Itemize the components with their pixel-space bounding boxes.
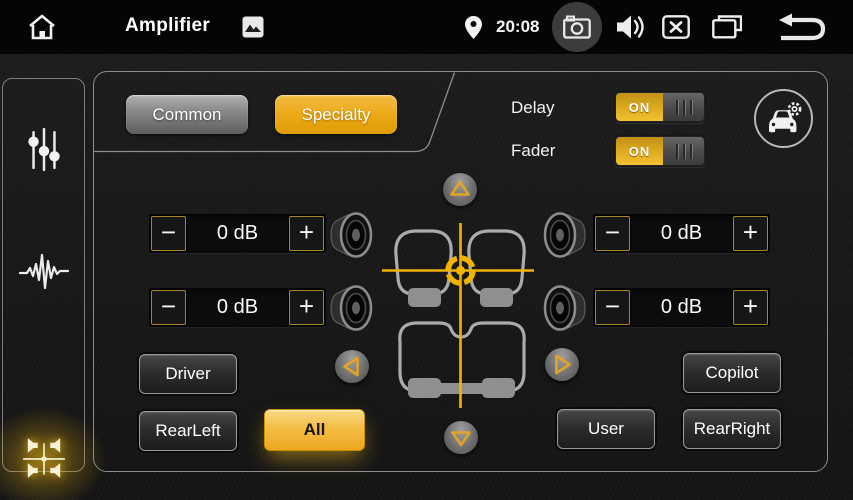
volume-value: 0 dB [632, 296, 731, 319]
close-app-icon[interactable] [662, 15, 690, 39]
sidebar-item-balance-fader[interactable] [3, 427, 84, 491]
plus-button[interactable]: + [733, 290, 768, 325]
speaker-icon-front-left [328, 209, 374, 261]
volume-row-front-left: − 0 dB + [149, 214, 326, 253]
fader-toggle[interactable]: ON [614, 135, 706, 167]
status-bar: Amplifier 20:08 [0, 0, 853, 55]
page-title: Amplifier [125, 15, 210, 37]
sidebar [2, 78, 85, 472]
minus-button[interactable]: − [595, 290, 630, 325]
minus-button[interactable]: − [595, 216, 630, 251]
volume-value: 0 dB [188, 296, 287, 319]
move-up-button[interactable] [443, 173, 477, 206]
plus-button[interactable]: + [289, 216, 324, 251]
volume-row-rear-right: − 0 dB + [593, 288, 770, 327]
sidebar-item-equalizer[interactable] [3, 117, 84, 181]
wallpaper-icon[interactable] [242, 16, 264, 38]
toggle-grip [663, 93, 704, 121]
move-right-button[interactable] [545, 348, 579, 381]
back-icon[interactable] [776, 13, 828, 43]
speaker-icon-rear-right [542, 282, 588, 334]
delay-label: Delay [511, 98, 554, 118]
recent-apps-icon[interactable] [712, 15, 742, 39]
volume-row-rear-left: − 0 dB + [149, 288, 326, 327]
plus-button[interactable]: + [289, 290, 324, 325]
camera-icon [563, 15, 591, 39]
preset-driver-button[interactable]: Driver [139, 354, 237, 394]
preset-user-button[interactable]: User [557, 409, 655, 449]
screenshot-button[interactable] [552, 2, 602, 52]
preset-rearleft-button[interactable]: RearLeft [139, 411, 237, 451]
preset-rearright-button[interactable]: RearRight [683, 409, 781, 449]
sidebar-item-sound-effect[interactable] [3, 239, 84, 303]
toggle-grip [663, 137, 704, 165]
toggle-on-label: ON [616, 137, 663, 165]
balance-fader-icon [21, 436, 67, 482]
car-settings-button[interactable] [754, 89, 813, 148]
location-pin-icon [464, 15, 482, 39]
minus-button[interactable]: − [151, 290, 186, 325]
plus-button[interactable]: + [733, 216, 768, 251]
equalizer-icon [23, 126, 65, 172]
toggle-on-label: ON [616, 93, 663, 121]
speaker-icon-rear-left [328, 282, 374, 334]
waveform-icon [18, 247, 70, 295]
volume-value: 0 dB [632, 222, 731, 245]
move-left-button[interactable] [335, 350, 369, 383]
delay-toggle[interactable]: ON [614, 91, 706, 123]
volume-value: 0 dB [188, 222, 287, 245]
speaker-icon-front-right [542, 209, 588, 261]
car-gear-icon [765, 101, 803, 137]
volume-row-front-right: − 0 dB + [593, 214, 770, 253]
preset-copilot-button[interactable]: Copilot [683, 353, 781, 393]
tab-common[interactable]: Common [126, 95, 248, 134]
minus-button[interactable]: − [151, 216, 186, 251]
tab-specialty[interactable]: Specialty [275, 95, 397, 134]
preset-all-button[interactable]: All [264, 409, 365, 451]
home-icon[interactable] [26, 11, 58, 43]
amplifier-screen: Amplifier 20:08 [0, 0, 853, 500]
move-down-button[interactable] [444, 421, 478, 454]
volume-icon[interactable] [616, 14, 646, 40]
clock: 20:08 [496, 17, 539, 37]
fader-label: Fader [511, 141, 555, 161]
amplifier-panel: Common Specialty Delay Fader ON ON [93, 71, 828, 472]
